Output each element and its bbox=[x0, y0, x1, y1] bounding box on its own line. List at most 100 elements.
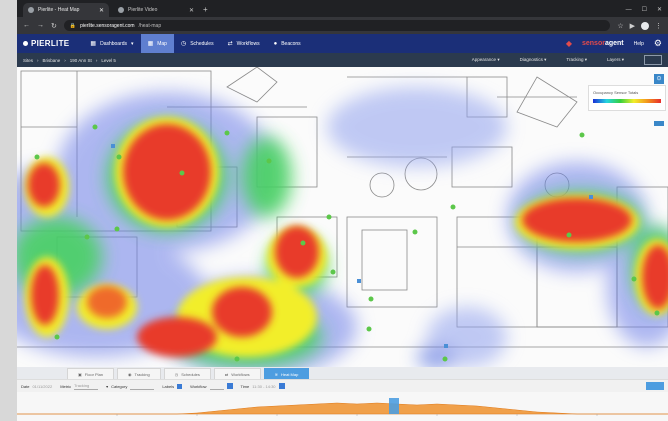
apply-button[interactable] bbox=[646, 382, 664, 390]
workflow-add-button[interactable] bbox=[226, 383, 233, 389]
nav-label: Workflows bbox=[236, 40, 260, 47]
dashboard-icon: ▦ bbox=[90, 41, 97, 47]
tab-tracking[interactable]: ◉ Tracking bbox=[117, 368, 161, 379]
browser-tab-bar: Pierlite - Heat Map ✕ Pierlite Video ✕ +… bbox=[17, 0, 668, 17]
new-tab-button[interactable]: + bbox=[203, 3, 208, 17]
tracking-icon: ◉ bbox=[128, 371, 132, 377]
metric-select[interactable]: Tracking bbox=[74, 383, 99, 390]
reload-icon[interactable]: ↻ bbox=[51, 22, 57, 30]
labels-label: Labels bbox=[162, 383, 175, 389]
floorplan-heatmap-svg bbox=[17, 67, 668, 368]
browser-window: Pierlite - Heat Map ✕ Pierlite Video ✕ +… bbox=[17, 0, 668, 421]
time-picker-button[interactable] bbox=[278, 383, 285, 389]
category-select[interactable] bbox=[130, 383, 155, 390]
profile-avatar[interactable] bbox=[641, 21, 649, 30]
heatmap-filter-bar: Date 01/11/2022 Metric Tracking ▾ Category … bbox=[17, 379, 668, 392]
nav-map[interactable]: ▦ Map bbox=[140, 34, 174, 53]
metric-label: Metric bbox=[60, 383, 72, 389]
map-layers-button[interactable]: ⊙ bbox=[654, 74, 664, 84]
heatmap-canvas[interactable]: ⊙ Occupancy Sensor Totals bbox=[17, 67, 668, 368]
nav-label: Map bbox=[157, 40, 167, 47]
time-range-field[interactable]: 11:30 - 14:30 bbox=[252, 384, 275, 389]
menu-icon[interactable]: ⋮ bbox=[655, 22, 662, 30]
browser-tab-label: Pierlite - Heat Map bbox=[38, 7, 80, 13]
url-host: pierlite.sensoragent.com bbox=[80, 22, 135, 29]
clock-icon: ◷ bbox=[180, 41, 187, 47]
date-label: Date bbox=[21, 383, 30, 389]
menu-appearance[interactable]: Appearance ▾ bbox=[472, 57, 500, 63]
extension-icon[interactable]: ▶ bbox=[630, 22, 635, 30]
chevron-down-icon: ▾ bbox=[106, 383, 109, 389]
tab-heat-map[interactable]: ≋ Heat Map bbox=[263, 368, 310, 379]
url-path: /heat-map bbox=[138, 22, 162, 29]
workflow-icon: ⇄ bbox=[227, 41, 233, 47]
breadcrumb-item[interactable]: Sites bbox=[23, 58, 33, 63]
chevron-down-icon: ▾ bbox=[131, 40, 134, 47]
legend-gradient bbox=[593, 99, 661, 103]
map-mode-tabs: ▣ Floor Plan ◉ Tracking ◷ Schedules ⇄ Workfl… bbox=[17, 367, 668, 379]
category-label: Category bbox=[111, 383, 128, 389]
nav-beacons[interactable]: ● Beacons bbox=[267, 34, 308, 53]
browser-tab-label: Pierlite Video bbox=[128, 7, 158, 13]
labels-checkbox[interactable] bbox=[177, 383, 183, 389]
star-icon[interactable]: ☆ bbox=[617, 22, 623, 30]
window-controls: — ☐ ✕ bbox=[626, 3, 668, 17]
heatmap-icon: ≋ bbox=[274, 371, 278, 377]
workflow-icon: ⇄ bbox=[224, 371, 229, 377]
favicon-icon bbox=[118, 7, 124, 13]
nav-label: Beacons bbox=[281, 40, 301, 47]
date-field[interactable]: 01/11/2022 bbox=[32, 384, 52, 389]
activity-histogram bbox=[17, 402, 668, 415]
help-link[interactable]: Help bbox=[634, 41, 644, 47]
close-icon[interactable]: ✕ bbox=[99, 7, 104, 14]
back-icon[interactable]: ← bbox=[23, 22, 30, 29]
close-icon[interactable]: ✕ bbox=[189, 7, 194, 14]
nav-label: Schedules bbox=[190, 40, 214, 47]
maximize-icon[interactable]: ☐ bbox=[642, 3, 647, 17]
settings-icon[interactable]: ⚙ bbox=[654, 38, 662, 49]
edit-button[interactable] bbox=[644, 55, 662, 65]
forward-icon[interactable]: → bbox=[37, 22, 44, 29]
legend-toggle-button[interactable] bbox=[654, 121, 664, 126]
menu-diagnostics[interactable]: Diagnostics ▾ bbox=[520, 57, 547, 63]
tab-workflows[interactable]: ⇄ Workflows bbox=[213, 368, 261, 379]
browser-tab-video[interactable]: Pierlite Video ✕ bbox=[113, 3, 199, 17]
floor-plan-icon: ▣ bbox=[78, 371, 82, 377]
beacon-icon: ● bbox=[273, 40, 278, 47]
address-bar-row: ← → ↻ 🔒 pierlite.sensoragent.com/heat-ma… bbox=[17, 17, 668, 34]
notification-icon[interactable]: ◆ bbox=[566, 39, 572, 48]
breadcrumb-item[interactable]: Brisbane bbox=[43, 58, 61, 63]
app-nav: PIERLITE ▦ Dashboards ▾ ▦ Map ◷ Schedule… bbox=[17, 34, 668, 53]
menu-layers[interactable]: Layers ▾ bbox=[607, 57, 624, 63]
browser-tab-heatmap[interactable]: Pierlite - Heat Map ✕ bbox=[23, 3, 109, 17]
tab-floor-plan[interactable]: ▣ Floor Plan bbox=[67, 368, 115, 379]
time-label: Time bbox=[240, 383, 250, 389]
breadcrumb-item[interactable]: Level 5 bbox=[101, 58, 116, 63]
nav-dashboards[interactable]: ▦ Dashboards ▾ bbox=[83, 34, 140, 53]
nav-label: Dashboards bbox=[100, 40, 128, 47]
time-selection bbox=[389, 398, 399, 414]
heatmap-legend: Occupancy Sensor Totals bbox=[588, 85, 666, 111]
workflow-select[interactable] bbox=[209, 383, 224, 390]
time-ticks bbox=[116, 414, 598, 416]
close-window-icon[interactable]: ✕ bbox=[657, 3, 662, 17]
pierlite-logo[interactable]: PIERLITE bbox=[23, 39, 69, 48]
minimize-icon[interactable]: — bbox=[626, 3, 632, 17]
map-icon: ▦ bbox=[147, 41, 154, 47]
sensoragent-logo: sensoragent bbox=[581, 40, 624, 47]
menu-tracking[interactable]: Tracking ▾ bbox=[566, 57, 587, 63]
url-field[interactable]: 🔒 pierlite.sensoragent.com/heat-map bbox=[63, 20, 611, 31]
nav-workflows[interactable]: ⇄ Workflows bbox=[221, 34, 267, 53]
breadcrumb: Sites › Brisbane › 190 Ann St › Level 5 bbox=[23, 57, 116, 63]
tab-schedules[interactable]: ◷ Schedules bbox=[163, 368, 211, 379]
lock-icon: 🔒 bbox=[69, 22, 77, 29]
clock-icon: ◷ bbox=[174, 371, 179, 377]
legend-title: Occupancy Sensor Totals bbox=[593, 90, 639, 95]
logo-text: PIERLITE bbox=[31, 39, 70, 48]
breadcrumb-item[interactable]: 190 Ann St bbox=[70, 58, 92, 63]
timeline-histogram[interactable] bbox=[17, 392, 668, 421]
logo-mark-icon bbox=[23, 41, 28, 46]
timeline-svg bbox=[17, 398, 668, 416]
workflow-label: Workflow bbox=[190, 383, 207, 389]
nav-schedules[interactable]: ◷ Schedules bbox=[174, 34, 221, 53]
